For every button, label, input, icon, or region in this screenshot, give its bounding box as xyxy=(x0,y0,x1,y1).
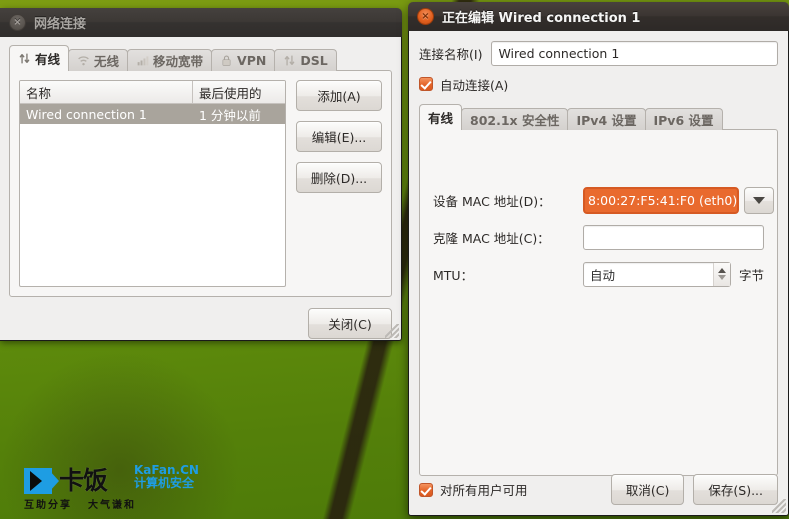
connections-list[interactable]: 名称 最后使用的 Wired connection 1 1 分钟以前 xyxy=(19,80,286,287)
network-connections-titlebar[interactable]: × 网络连接 xyxy=(0,8,402,37)
autoconnect-row[interactable]: 自动连接(A) xyxy=(419,75,778,93)
close-icon[interactable]: × xyxy=(417,8,434,25)
dsl-icon xyxy=(284,55,295,66)
lock-icon xyxy=(222,55,231,66)
save-button[interactable]: 保存(S)... xyxy=(693,474,778,505)
tab-ipv4-settings-label: IPv4 设置 xyxy=(576,113,637,128)
row-connection-name: Wired connection 1 xyxy=(26,106,147,122)
mtu-value: 自动 xyxy=(590,267,616,283)
cancel-button[interactable]: 取消(C) xyxy=(610,474,685,505)
tab-mobile-broadband-label: 移动宽带 xyxy=(153,54,204,69)
device-mac-label: 设备 MAC 地址(D)： xyxy=(433,193,551,209)
table-row[interactable]: Wired connection 1 1 分钟以前 xyxy=(20,104,285,124)
network-connections-tabbar: 有线 无线 移动宽带 VPN DSL xyxy=(9,45,392,71)
wired-icon xyxy=(19,53,30,64)
edit-connection-title: 正在编辑 Wired connection 1 xyxy=(442,11,641,26)
tab-wired-settings[interactable]: 有线 xyxy=(419,104,463,130)
mtu-stepper-buttons[interactable] xyxy=(712,262,730,286)
wireless-icon xyxy=(78,56,89,66)
column-header-last-used[interactable]: 最后使用的 xyxy=(193,81,285,104)
tab-8021x-security-label: 802.1x 安全性 xyxy=(470,113,560,128)
add-button[interactable]: 添加(A) xyxy=(296,80,382,111)
edit-button[interactable]: 编辑(E)... xyxy=(296,121,382,152)
cloned-mac-input[interactable] xyxy=(583,224,764,250)
mobile-broadband-icon xyxy=(137,56,149,66)
connection-name-row: 连接名称(I) Wired connection 1 xyxy=(419,40,778,66)
wired-tab-panel: 名称 最后使用的 Wired connection 1 1 分钟以前 添加(A)… xyxy=(9,70,392,297)
tab-wired-label: 有线 xyxy=(35,52,61,67)
available-all-users-checkbox[interactable] xyxy=(419,482,433,497)
network-connections-footer: 关闭(C) xyxy=(9,308,392,339)
connection-name-label: 连接名称(I) xyxy=(419,46,483,62)
resize-grip[interactable] xyxy=(772,499,786,513)
available-all-users-label: 对所有用户可用 xyxy=(440,483,528,498)
edit-connection-window[interactable]: × 正在编辑 Wired connection 1 连接名称(I) Wired … xyxy=(408,2,789,516)
mtu-unit-label: 字节 xyxy=(738,267,764,283)
mtu-label: MTU： xyxy=(433,267,474,283)
stepper-down-icon[interactable] xyxy=(717,275,726,280)
tab-wireless[interactable]: 无线 xyxy=(68,49,129,71)
autoconnect-checkbox[interactable] xyxy=(419,77,433,91)
network-connections-window[interactable]: × 网络连接 有线 无线 移动宽带 VPN DSL 名称 最后使用的 Wired… xyxy=(0,8,402,341)
autoconnect-label: 自动连接(A) xyxy=(440,77,509,93)
tab-8021x-security[interactable]: 802.1x 安全性 xyxy=(461,108,569,130)
edit-connection-footer: 对所有用户可用 取消(C) 保存(S)... xyxy=(419,474,778,505)
device-mac-dropdown-button[interactable] xyxy=(744,186,775,214)
mtu-row: MTU： 自动 字节 xyxy=(433,260,764,288)
tab-wireless-label: 无线 xyxy=(94,54,120,69)
connection-actions: 添加(A) 编辑(E)... 删除(D)... xyxy=(296,80,382,287)
tab-ipv6-settings-label: IPv6 设置 xyxy=(653,113,714,128)
device-mac-row: 设备 MAC 地址(D)： 8:00:27:F5:41:F0 (eth0) xyxy=(433,186,775,214)
tab-wired-settings-label: 有线 xyxy=(428,111,454,126)
edit-connection-body: 连接名称(I) Wired connection 1 自动连接(A) 有线 80… xyxy=(408,31,789,516)
tab-mobile-broadband[interactable]: 移动宽带 xyxy=(127,49,213,71)
tab-ipv6-settings[interactable]: IPv6 设置 xyxy=(644,108,723,130)
close-button[interactable]: 关闭(C) xyxy=(308,308,392,339)
cloned-mac-row: 克隆 MAC 地址(C)： xyxy=(433,223,764,251)
cloned-mac-label: 克隆 MAC 地址(C)： xyxy=(433,230,550,246)
mtu-spinner[interactable]: 自动 xyxy=(583,261,731,287)
row-last-used: 1 分钟以前 xyxy=(199,107,261,123)
column-header-name[interactable]: 名称 xyxy=(20,81,193,104)
stepper-up-icon[interactable] xyxy=(717,268,726,273)
tab-dsl-label: DSL xyxy=(300,53,328,68)
close-icon[interactable]: × xyxy=(9,14,26,31)
network-connections-body: 有线 无线 移动宽带 VPN DSL 名称 最后使用的 Wired connec… xyxy=(0,37,402,341)
edit-connection-tabbar: 有线 802.1x 安全性 IPv4 设置 IPv6 设置 xyxy=(419,104,778,130)
chevron-down-icon xyxy=(753,196,766,204)
tab-vpn[interactable]: VPN xyxy=(211,49,276,71)
network-connections-title: 网络连接 xyxy=(34,17,87,32)
tab-dsl[interactable]: DSL xyxy=(274,49,337,71)
resize-grip[interactable] xyxy=(385,324,399,338)
connection-name-input[interactable]: Wired connection 1 xyxy=(491,40,778,66)
delete-button[interactable]: 删除(D)... xyxy=(296,162,382,193)
edit-connection-titlebar[interactable]: × 正在编辑 Wired connection 1 xyxy=(408,2,789,31)
connections-list-header: 名称 最后使用的 xyxy=(20,81,285,104)
wired-settings-panel: 设备 MAC 地址(D)： 8:00:27:F5:41:F0 (eth0) 克隆… xyxy=(419,129,778,476)
device-mac-input[interactable]: 8:00:27:F5:41:F0 (eth0) xyxy=(583,186,740,214)
device-mac-combobox[interactable]: 8:00:27:F5:41:F0 (eth0) xyxy=(583,186,775,214)
tab-vpn-label: VPN xyxy=(237,53,267,68)
tab-ipv4-settings[interactable]: IPv4 设置 xyxy=(567,108,646,130)
tab-wired[interactable]: 有线 xyxy=(9,45,70,71)
